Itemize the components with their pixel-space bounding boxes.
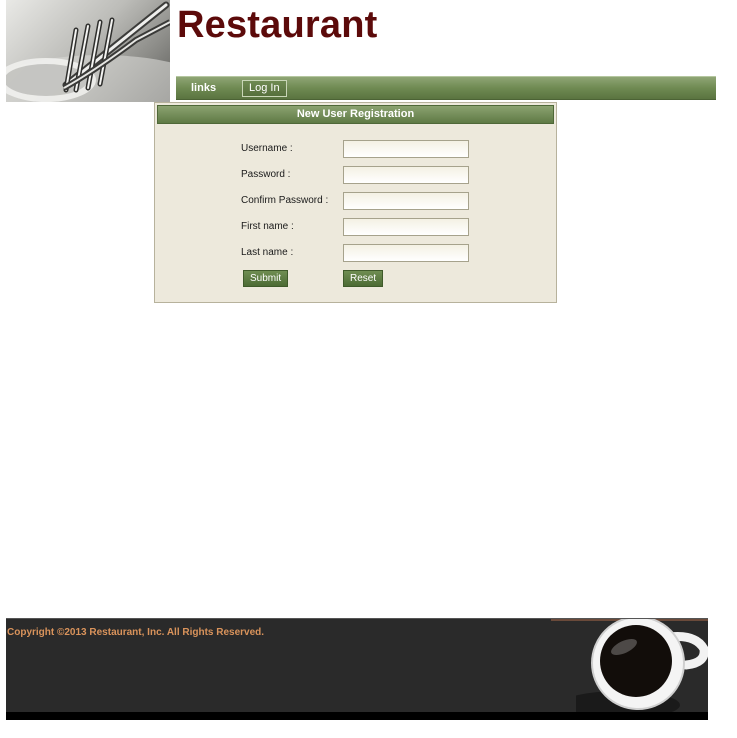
password-label: Password : [241,169,291,180]
first-name-label: First name : [241,221,294,232]
nav-links-label[interactable]: links [191,82,216,94]
footer-bottom-bar [6,712,708,720]
registration-panel: New User Registration Username : Passwor… [154,102,557,303]
copyright-text: Copyright ©2013 Restaurant, Inc. All Rig… [7,627,265,638]
footer: Copyright ©2013 Restaurant, Inc. All Rig… [6,618,708,720]
submit-button[interactable]: Submit [243,270,289,287]
password-input[interactable] [343,166,469,184]
logo-fork-spoon-image [6,0,170,102]
confirm-password-input[interactable] [343,192,469,210]
login-link[interactable]: Log In [242,80,287,97]
site-title: Restaurant [177,4,378,46]
navigation-bar: links Log In [176,76,716,100]
first-name-input[interactable] [343,218,469,236]
confirm-password-label: Confirm Password : [241,195,329,206]
username-label: Username : [241,143,293,154]
last-name-input[interactable] [343,244,469,262]
coffee-cup-image [560,619,708,719]
last-name-label: Last name : [241,247,294,258]
reset-button[interactable]: Reset [343,270,384,287]
registration-title: New User Registration [157,105,554,124]
username-input[interactable] [343,140,469,158]
